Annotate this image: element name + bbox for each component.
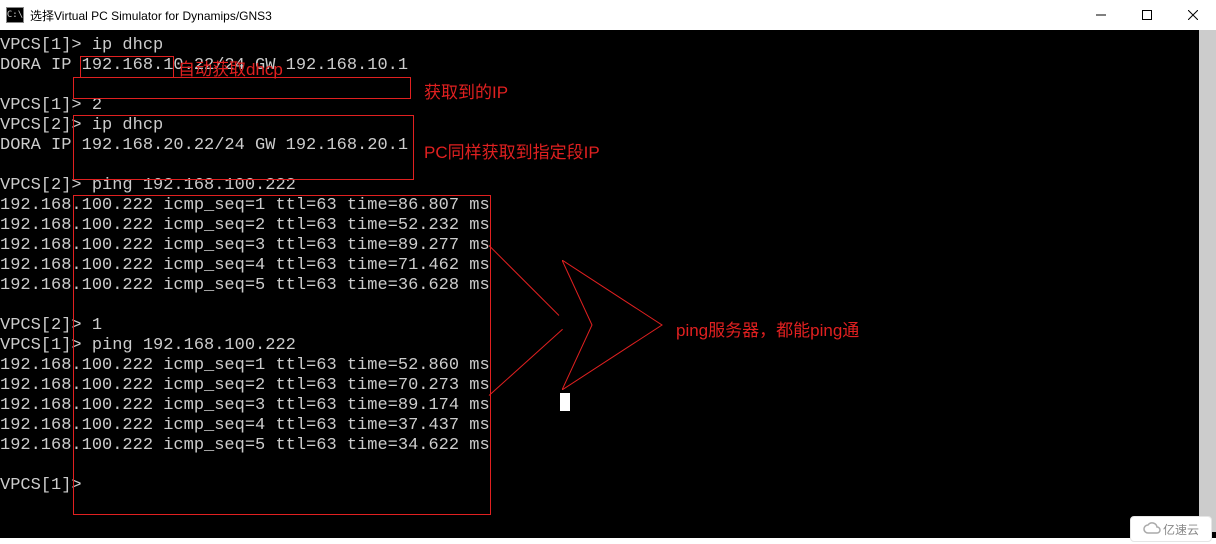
titlebar[interactable]: C:\ 选择Virtual PC Simulator for Dynamips/… xyxy=(0,0,1216,31)
close-button[interactable] xyxy=(1170,0,1216,30)
window-controls xyxy=(1078,0,1216,30)
window-title: 选择Virtual PC Simulator for Dynamips/GNS3 xyxy=(30,7,1078,24)
annotation-got-ip: 获取到的IP xyxy=(424,78,508,103)
terminal-line: VPCS[1]> xyxy=(0,476,1216,496)
terminal-line: 192.168.100.222 icmp_seq=1 ttl=63 time=8… xyxy=(0,196,1216,216)
terminal-line: 192.168.100.222 icmp_seq=3 ttl=63 time=8… xyxy=(0,236,1216,256)
maximize-button[interactable] xyxy=(1124,0,1170,30)
terminal-line xyxy=(0,456,1216,476)
annotation-auto-dhcp: 自动获取dhcp xyxy=(178,55,283,80)
arrow-icon xyxy=(562,260,682,390)
watermark: 亿速云 xyxy=(1130,516,1212,542)
scroll-thumb[interactable] xyxy=(1199,30,1216,532)
terminal-line: VPCS[2]> ip dhcp xyxy=(0,116,1216,136)
watermark-text: 亿速云 xyxy=(1163,521,1199,538)
terminal-line: DORA IP 192.168.20.22/24 GW 192.168.20.1 xyxy=(0,136,1216,156)
terminal-line: VPCS[1]> 2 xyxy=(0,96,1216,116)
terminal-line: VPCS[1]> ip dhcp xyxy=(0,36,1216,56)
minimize-button[interactable] xyxy=(1078,0,1124,30)
terminal-line: 192.168.100.222 icmp_seq=4 ttl=63 time=3… xyxy=(0,416,1216,436)
terminal-line: 192.168.100.222 icmp_seq=3 ttl=63 time=8… xyxy=(0,396,1216,416)
terminal-line: VPCS[2]> ping 192.168.100.222 xyxy=(0,176,1216,196)
annotation-ping-ok: ping服务器，都能ping通 xyxy=(676,316,859,341)
terminal-line xyxy=(0,156,1216,176)
scrollbar[interactable] xyxy=(1199,30,1216,532)
terminal-line: 192.168.100.222 icmp_seq=5 ttl=63 time=3… xyxy=(0,436,1216,456)
window: C:\ 选择Virtual PC Simulator for Dynamips/… xyxy=(0,0,1216,544)
text-cursor xyxy=(560,393,570,411)
app-icon: C:\ xyxy=(6,7,24,23)
terminal-line: 192.168.100.222 icmp_seq=2 ttl=63 time=5… xyxy=(0,216,1216,236)
annotation-pc-same: PC同样获取到指定段IP xyxy=(424,138,600,163)
